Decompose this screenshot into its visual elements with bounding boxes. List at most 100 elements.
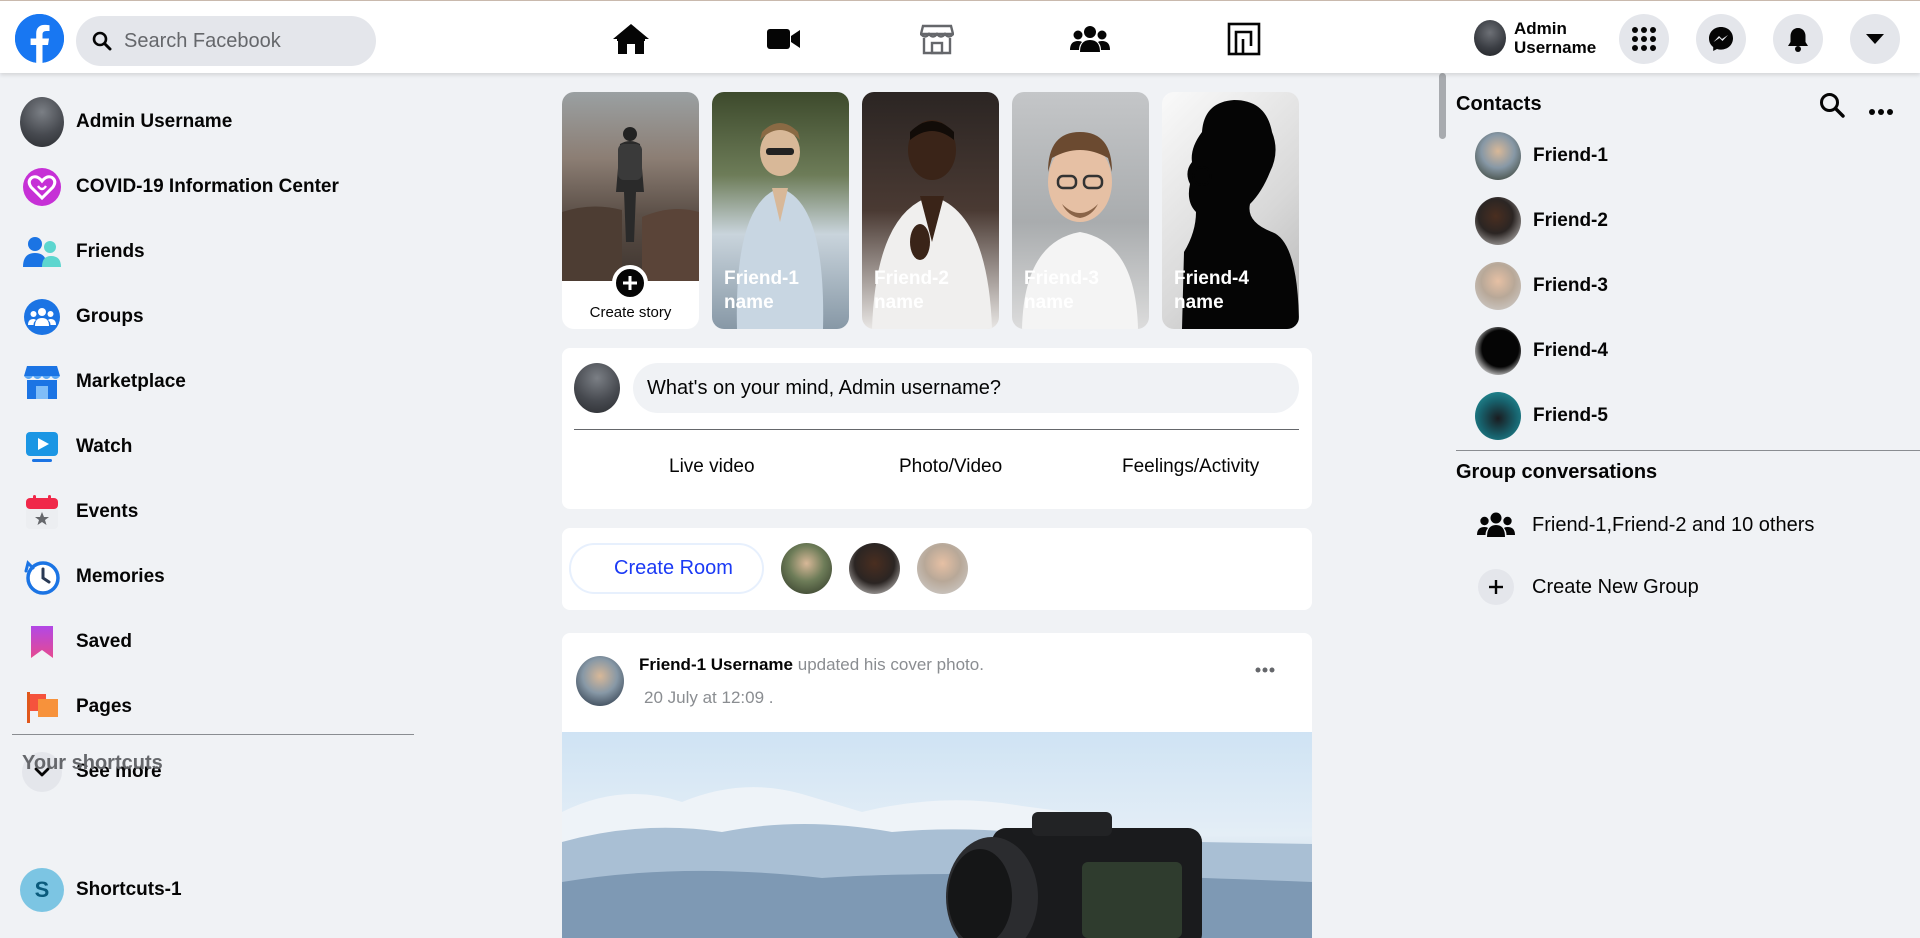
group-conversations-heading: Group conversations bbox=[1456, 461, 1658, 483]
post-photo[interactable] bbox=[562, 732, 1312, 938]
contacts-options-button[interactable] bbox=[1869, 102, 1893, 120]
avatar bbox=[1475, 392, 1521, 440]
sidebar-item-pages[interactable]: Pages bbox=[20, 682, 132, 732]
feelings-activity-button[interactable]: Feelings/Activity bbox=[1122, 456, 1259, 478]
bell-icon bbox=[1788, 28, 1808, 52]
story-card[interactable]: Friend-4 name bbox=[1162, 92, 1299, 329]
shortcuts-heading: Your shortcuts bbox=[22, 752, 163, 774]
shortcut-item[interactable]: S Shortcuts-1 bbox=[20, 865, 182, 915]
group-icon bbox=[1474, 505, 1518, 545]
sidebar-item-label: COVID-19 Information Center bbox=[76, 176, 339, 197]
avatar bbox=[1475, 262, 1521, 310]
shortcut-label: Shortcuts-1 bbox=[76, 879, 182, 900]
sidebar-divider bbox=[12, 734, 414, 735]
search-icon bbox=[1820, 93, 1845, 118]
covid-heart-icon bbox=[20, 165, 64, 209]
sidebar-item-label: Saved bbox=[76, 631, 132, 652]
search-icon bbox=[92, 31, 112, 56]
story-card[interactable]: Friend-2 name bbox=[862, 92, 999, 329]
contacts-divider bbox=[1456, 450, 1920, 451]
room-avatar[interactable] bbox=[781, 543, 832, 594]
story-name: Friend-1 name bbox=[724, 268, 799, 313]
create-story-label: Create story bbox=[589, 304, 672, 321]
rooms-bar: Create Room bbox=[562, 528, 1312, 610]
contact-item[interactable]: Friend-5 bbox=[1475, 391, 1608, 441]
saved-icon bbox=[20, 620, 64, 664]
scrollbar-thumb[interactable] bbox=[1439, 73, 1446, 139]
feed-post: Friend-1 Username updated his cover phot… bbox=[562, 633, 1312, 938]
notifications-button[interactable] bbox=[1773, 14, 1823, 64]
home-icon[interactable] bbox=[609, 19, 653, 59]
more-dots-icon bbox=[1869, 109, 1893, 115]
pages-icon bbox=[20, 685, 64, 729]
sidebar-item-profile[interactable]: Admin Username bbox=[20, 97, 232, 147]
sidebar-item-memories[interactable]: Memories bbox=[20, 552, 165, 602]
marketplace-icon[interactable] bbox=[915, 19, 959, 59]
profile-shortcut[interactable]: Admin Username bbox=[1474, 18, 1604, 58]
group-conversation-label: Friend-1,Friend-2 and 10 others bbox=[1532, 513, 1815, 536]
sidebar-item-label: Events bbox=[76, 501, 139, 522]
account-menu-button[interactable] bbox=[1850, 14, 1900, 64]
post-options-button[interactable] bbox=[1255, 660, 1275, 678]
create-room-button[interactable]: Create Room bbox=[569, 543, 764, 594]
avatar bbox=[1475, 132, 1521, 180]
create-story-card[interactable]: Create story bbox=[562, 92, 699, 329]
contact-name: Friend-3 bbox=[1533, 275, 1608, 296]
composer-divider bbox=[574, 429, 1299, 430]
sidebar-item-saved[interactable]: Saved bbox=[20, 617, 132, 667]
avatar bbox=[1475, 197, 1521, 245]
contacts-heading: Contacts bbox=[1456, 93, 1542, 115]
plus-icon bbox=[1474, 567, 1518, 607]
story-card[interactable]: Friend-1 name bbox=[712, 92, 849, 329]
add-story-icon[interactable] bbox=[612, 265, 648, 301]
post-action: updated his cover photo. bbox=[797, 655, 984, 674]
messenger-icon bbox=[1709, 27, 1733, 51]
sidebar-item-label: Marketplace bbox=[76, 371, 186, 392]
create-new-group-button[interactable]: Create New Group bbox=[1474, 567, 1699, 607]
story-name: Friend-4 name bbox=[1174, 268, 1249, 313]
post-timestamp[interactable]: 20 July at 12:09 . bbox=[644, 688, 773, 708]
top-navigation-bar: Admin Username bbox=[0, 0, 1920, 73]
sidebar-item-label: Memories bbox=[76, 566, 165, 587]
room-avatar[interactable] bbox=[849, 543, 900, 594]
contact-item[interactable]: Friend-2 bbox=[1475, 196, 1608, 246]
search-bar[interactable] bbox=[76, 16, 376, 66]
live-video-button[interactable]: Live video bbox=[669, 456, 755, 478]
sidebar-item-events[interactable]: Events bbox=[20, 487, 138, 537]
friends-icon bbox=[20, 230, 64, 274]
sidebar-item-groups[interactable]: Groups bbox=[20, 292, 144, 342]
sidebar-item-covid[interactable]: COVID-19 Information Center bbox=[20, 162, 339, 212]
contact-item[interactable]: Friend-4 bbox=[1475, 326, 1608, 376]
room-avatar[interactable] bbox=[917, 543, 968, 594]
video-icon[interactable] bbox=[762, 19, 806, 59]
sidebar-item-label: Friends bbox=[76, 241, 145, 262]
post-author[interactable]: Friend-1 Username bbox=[639, 655, 793, 674]
avatar[interactable] bbox=[576, 656, 624, 706]
contact-item[interactable]: Friend-3 bbox=[1475, 261, 1608, 311]
sidebar-item-watch[interactable]: Watch bbox=[20, 422, 132, 472]
caret-down-icon bbox=[1866, 34, 1884, 44]
contact-item[interactable]: Friend-1 bbox=[1475, 131, 1608, 181]
sidebar-item-label: Admin Username bbox=[76, 111, 233, 132]
group-conversation-item[interactable]: Friend-1,Friend-2 and 10 others bbox=[1474, 505, 1814, 545]
memories-icon bbox=[20, 555, 64, 599]
contact-name: Friend-1 bbox=[1533, 145, 1608, 166]
sidebar-item-marketplace[interactable]: Marketplace bbox=[20, 357, 186, 407]
messenger-button[interactable] bbox=[1696, 14, 1746, 64]
groups-icon[interactable] bbox=[1068, 19, 1112, 59]
sidebar-item-label: Groups bbox=[76, 306, 144, 327]
marketplace-icon bbox=[20, 360, 64, 404]
sidebar-item-friends[interactable]: Friends bbox=[20, 227, 145, 277]
contacts-search-button[interactable] bbox=[1819, 92, 1845, 123]
gaming-icon[interactable] bbox=[1222, 19, 1266, 59]
facebook-logo[interactable] bbox=[15, 14, 64, 63]
photo-video-button[interactable]: Photo/Video bbox=[899, 456, 1002, 478]
composer-input[interactable]: What's on your mind, Admin username? bbox=[633, 363, 1299, 413]
avatar bbox=[1474, 20, 1506, 56]
sidebar-item-label: Pages bbox=[76, 696, 132, 717]
menu-grid-button[interactable] bbox=[1619, 14, 1669, 64]
story-card[interactable]: Friend-3 name bbox=[1012, 92, 1149, 329]
contact-name: Friend-2 bbox=[1533, 210, 1608, 231]
events-icon bbox=[20, 490, 64, 534]
search-input[interactable] bbox=[124, 16, 364, 66]
